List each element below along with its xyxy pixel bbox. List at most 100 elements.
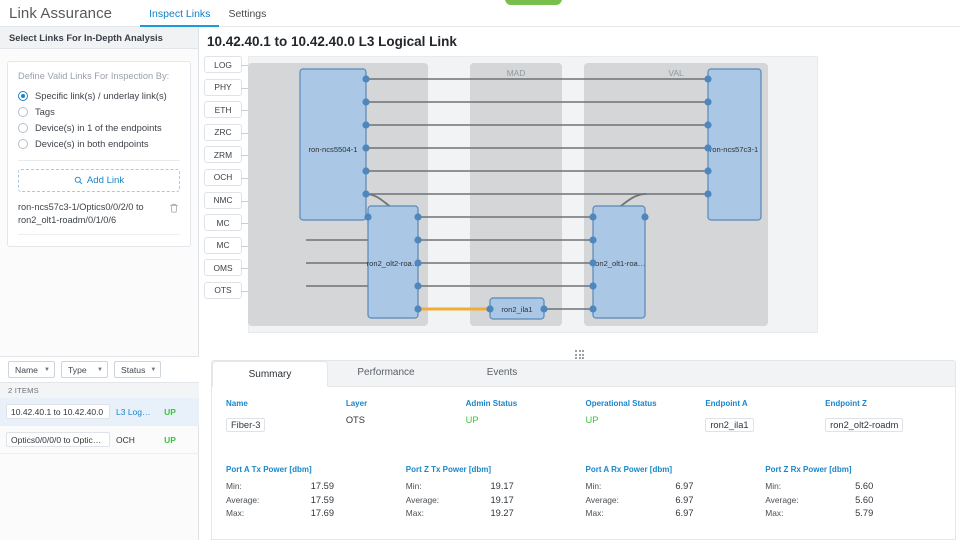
stat-key: Max: (765, 508, 784, 519)
field-endpoint-a: Endpoint A ron2_ila1 (705, 399, 821, 433)
layer-chip-ots[interactable]: OTS (204, 281, 248, 299)
selected-link-text: ron-ncs57c3-1/Optics0/0/2/0 to ron2_olt1… (18, 202, 144, 225)
trash-icon[interactable] (168, 202, 180, 214)
radio-option-tags[interactable]: Tags (18, 104, 180, 119)
field-value: UP (585, 415, 599, 425)
stat-key: Average: (226, 494, 260, 505)
divider (18, 160, 180, 161)
stat-port-z-tx-power: Port Z Tx Power [dbm] Min: 19.17 Average:… (406, 465, 582, 522)
stat-key: Average: (765, 494, 799, 505)
radio-icon[interactable] (18, 106, 28, 117)
selected-link-item: ron-ncs57c3-1/Optics0/0/2/0 to ron2_olt1… (18, 201, 180, 235)
layer-chip-mc-2[interactable]: MC (204, 236, 248, 254)
stat-value: 6.97 (675, 494, 694, 505)
stat-row: Average: 17.59 (226, 495, 402, 505)
list-item[interactable]: 10.42.40.1 to 10.42.40.0 L3 Log… UP (0, 398, 199, 426)
stat-value: 17.59 (310, 481, 334, 491)
stat-row: Max: 19.27 (406, 508, 582, 518)
sidebar-header: Select Links For In-Depth Analysis (0, 27, 198, 49)
filter-bar: Name ▼ Type ▼ Status ▼ (0, 356, 199, 383)
stat-row: Average: 6.97 (586, 495, 762, 505)
link-selection-panel: Define Valid Links For Inspection By: Sp… (7, 61, 191, 247)
stat-value: 5.60 (855, 481, 874, 491)
add-link-button[interactable]: Add Link (18, 169, 180, 192)
stat-key: Min: (585, 481, 602, 491)
layer-chip-phy[interactable]: PHY (204, 78, 248, 96)
status-badge: UP (164, 434, 176, 445)
tab-events[interactable]: Events (444, 360, 560, 386)
radio-label: Device(s) in both endpoints (35, 138, 149, 149)
filter-type[interactable]: Type ▼ (61, 361, 108, 378)
layer-legend: LOG PHY ETH ZRC ZRM OCH NMC MC MC OMS OT… (204, 56, 248, 305)
layer-chip-och[interactable]: OCH (204, 168, 248, 186)
stat-value: 6.97 (675, 508, 694, 519)
layer-chip-oms[interactable]: OMS (204, 259, 248, 277)
field-operational-status: Operational Status UP (586, 399, 702, 433)
summary-fields: Name Fiber-3 Layer OTS Admin Status UP O… (212, 387, 955, 433)
panel-caption: Define Valid Links For Inspection By: (18, 71, 170, 81)
node-label: ron-ncs57c3-1 (710, 145, 759, 154)
layer-chip-log[interactable]: LOG (204, 56, 248, 73)
stat-row: Max: 6.97 (586, 508, 762, 518)
layer-chip-zrm[interactable]: ZRM (204, 146, 248, 164)
stat-row: Average: 19.17 (406, 495, 582, 505)
detail-panel: Summary Performance Events Name Fiber-3 … (211, 360, 956, 540)
filter-type-label: Type (68, 364, 87, 375)
chevron-down-icon: ▼ (44, 366, 50, 373)
stat-key: Min: (405, 481, 422, 491)
tab-summary[interactable]: Summary (212, 361, 328, 387)
stat-key: Min: (226, 481, 242, 491)
radio-option-devices-one-endpoint[interactable]: Device(s) in 1 of the endpoints (18, 120, 180, 135)
link-type: OCH (116, 434, 135, 445)
stat-key: Min: (765, 481, 782, 491)
status-badge: UP (164, 406, 176, 417)
radio-icon[interactable] (18, 138, 28, 149)
stat-title: Port A Rx Power [dbm] (585, 465, 673, 474)
stat-key: Max: (226, 508, 245, 519)
field-name: Name Fiber-3 (226, 399, 342, 433)
stat-row: Max: 17.69 (226, 508, 402, 518)
stat-port-z-rx-power: Port Z Rx Power [dbm] Min: 5.60 Average: 5… (765, 465, 941, 522)
stat-row: Min: 6.97 (586, 481, 762, 491)
link-name: 10.42.40.1 to 10.42.40.0 (6, 404, 110, 419)
link-type[interactable]: L3 Log… (110, 407, 155, 417)
link-name: Optics0/0/0/0 to Optics0… (6, 432, 110, 447)
radio-option-specific-links[interactable]: Specific link(s) / underlay link(s) (18, 88, 180, 103)
node-label: ron-ncs5504-1 (309, 145, 358, 154)
radio-icon[interactable] (18, 90, 28, 101)
tab-inspect-links[interactable]: Inspect Links (140, 0, 220, 27)
layer-chip-zrc[interactable]: ZRC (204, 123, 248, 141)
group-label-val: VAL (668, 68, 684, 78)
stat-title: Port Z Tx Power [dbm] (405, 465, 492, 474)
stat-key: Average: (585, 494, 619, 505)
items-count: 2 ITEMS (0, 383, 199, 398)
filter-status[interactable]: Status ▼ (114, 361, 162, 378)
field-label: Operational Status (585, 399, 657, 408)
layer-chip-mc-1[interactable]: MC (204, 214, 248, 232)
node-label: ron2_olt1-roa… (593, 259, 646, 268)
stat-value: 17.59 (310, 494, 334, 505)
stat-value: 19.27 (490, 508, 514, 519)
search-icon (74, 176, 83, 185)
radio-label: Tags (35, 106, 55, 117)
topology-graph[interactable]: MAL MAD VAL (248, 56, 818, 333)
node-label: ron2_ila1 (501, 305, 532, 314)
radio-icon[interactable] (18, 122, 28, 133)
field-label: Name (226, 399, 248, 408)
chevron-down-icon: ▼ (97, 366, 103, 373)
list-item[interactable]: Optics0/0/0/0 to Optics0… OCH UP (0, 426, 199, 454)
layer-chip-nmc[interactable]: NMC (204, 191, 248, 209)
stat-port-a-tx-power: Port A Tx Power [dbm] Min: 17.59 Average:… (226, 465, 402, 522)
layer-chip-eth[interactable]: ETH (204, 101, 248, 119)
app-root: Link Assurance Inspect Links Settings Se… (0, 0, 960, 540)
tab-settings[interactable]: Settings (219, 0, 275, 27)
top-bar: Link Assurance Inspect Links Settings (0, 0, 960, 27)
filter-name[interactable]: Name ▼ (8, 361, 55, 378)
detail-tab-bar: Summary Performance Events (212, 361, 955, 387)
radio-option-devices-both-endpoints[interactable]: Device(s) in both endpoints (18, 136, 180, 151)
stat-port-a-rx-power: Port A Rx Power [dbm] Min: 6.97 Average: 6… (586, 465, 762, 522)
sidebar: Select Links For In-Depth Analysis Defin… (0, 27, 199, 540)
tab-performance[interactable]: Performance (328, 360, 444, 386)
add-link-label: Add Link (86, 175, 125, 186)
field-value: ron2_ila1 (705, 418, 754, 432)
